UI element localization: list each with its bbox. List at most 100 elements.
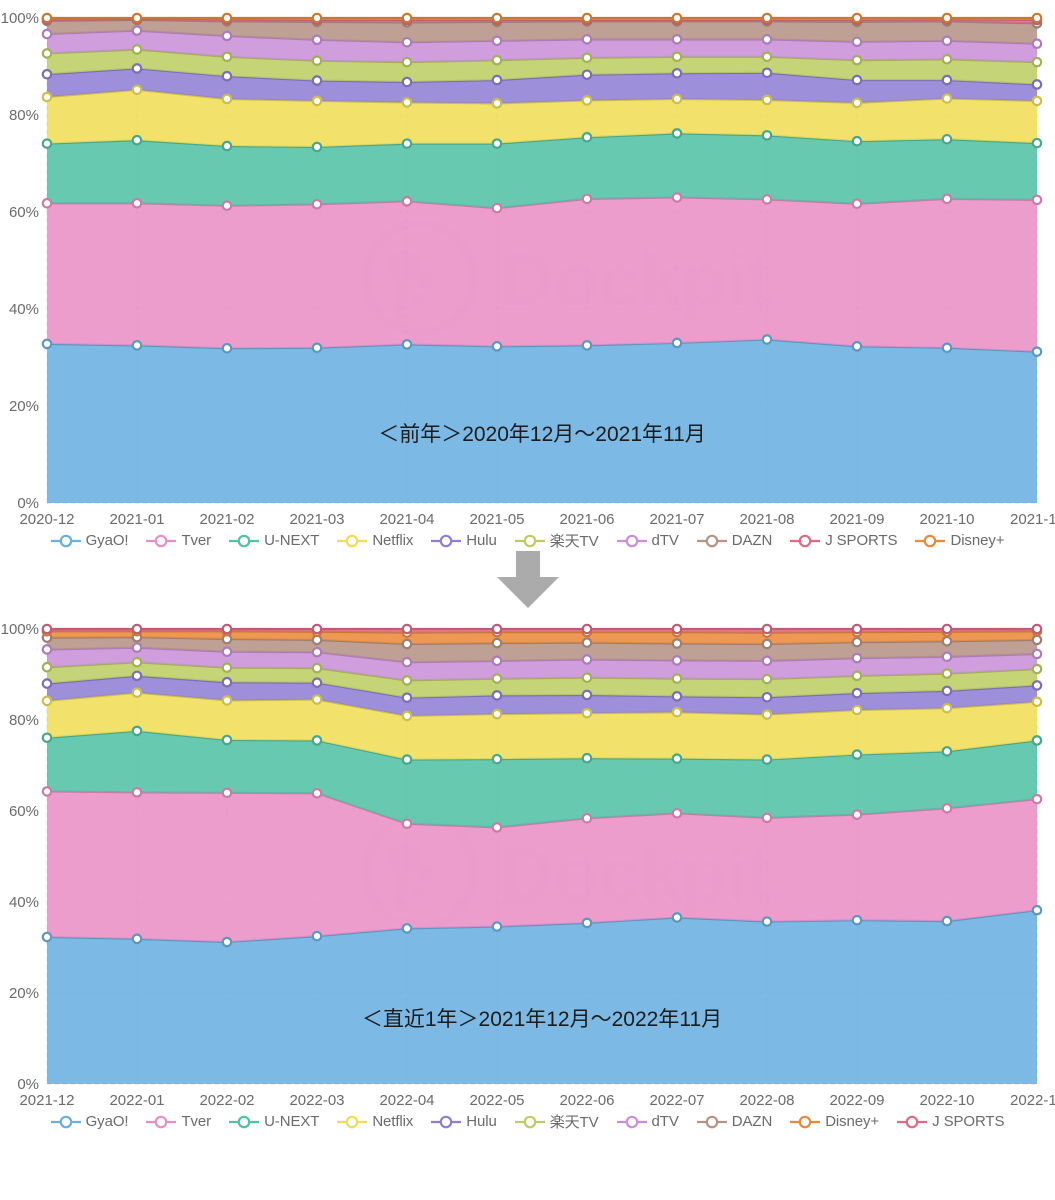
svg-text:20%: 20% [9,398,39,415]
top-chart-legend: GyaO! Tver U-NEXT Netflix Hulu 楽天TV dTV DAZN J S… [0,530,1055,551]
top-chart-block: Dockpit0%20%40%60%80%100%2020-122021-012… [0,0,1055,551]
legend-item-label: Netflix [372,1113,414,1130]
legend-marker-icon [790,1115,821,1128]
bottom-legend-item[interactable]: dTV [608,1113,688,1130]
top-legend-item[interactable]: J SPORTS [781,532,906,549]
legend-marker-icon [915,534,946,547]
legend-marker-icon [50,1115,81,1128]
chart-annotation: ＜前年＞2020年12月〜2021年11月 [378,423,706,446]
bottom-chart-block: Dockpit0%20%40%60%80%100%2021-122022-012… [0,611,1055,1132]
top-legend-item[interactable]: Disney+ [906,532,1013,549]
legend-marker-icon [696,534,727,547]
legend-item-label: dTV [651,1113,679,1130]
legend-item-label: GyaO! [85,1113,129,1130]
bottom-legend-item[interactable]: DAZN [688,1113,781,1130]
svg-text:100%: 100% [1,621,39,638]
legend-item-label: 楽天TV [549,533,599,550]
svg-text:100%: 100% [1,10,39,27]
svg-text:2022-03: 2022-03 [289,1092,344,1109]
bottom-chart-area: Dockpit0%20%40%60%80%100%2021-122022-012… [0,611,1055,1111]
legend-item-label: 楽天TV [549,1114,599,1131]
legend-item-label: DAZN [731,532,773,549]
bottom-legend-item[interactable]: 楽天TV [506,1111,608,1132]
legend-marker-icon [897,1115,928,1128]
svg-text:2021-09: 2021-09 [829,511,884,528]
top-legend-item[interactable]: DAZN [688,532,781,549]
chart-annotation: ＜直近1年＞2021年12月〜2022年11月 [362,1008,722,1031]
svg-text:2022-06: 2022-06 [559,1092,614,1109]
chart-page: Dockpit0%20%40%60%80%100%2020-122021-012… [0,0,1055,1200]
svg-text:2021-08: 2021-08 [739,511,794,528]
bottom-chart-legend: GyaO! Tver U-NEXT Netflix Hulu 楽天TV dTV DAZN Dis… [0,1111,1055,1132]
legend-marker-icon [229,534,260,547]
bottom-legend-item[interactable]: Hulu [422,1113,505,1130]
legend-item-label: Disney+ [825,1113,880,1130]
svg-text:2021-10: 2021-10 [919,511,974,528]
svg-text:2022-09: 2022-09 [829,1092,884,1109]
svg-text:2021-02: 2021-02 [199,511,254,528]
legend-marker-icon [431,1115,462,1128]
legend-item-label: Tver [181,532,212,549]
svg-text:80%: 80% [9,107,39,124]
legend-marker-icon [616,534,647,547]
svg-text:2021-12: 2021-12 [19,1092,74,1109]
legend-item-label: J SPORTS [932,1113,1005,1130]
down-arrow-icon [496,551,559,608]
svg-text:2021-05: 2021-05 [469,511,524,528]
top-legend-item[interactable]: dTV [608,532,688,549]
bottom-legend-item[interactable]: Disney+ [781,1113,888,1130]
top-stacked-area-chart: Dockpit0%20%40%60%80%100%2020-122021-012… [1,10,1055,528]
svg-text:2021-11: 2021-11 [1010,511,1055,528]
svg-text:2021-07: 2021-07 [649,511,704,528]
legend-item-label: Tver [181,1113,212,1130]
transition-arrow-container [0,551,1055,611]
legend-marker-icon [337,1115,368,1128]
bottom-legend-item[interactable]: GyaO! [42,1113,138,1130]
legend-item-label: DAZN [731,1113,773,1130]
bottom-legend-item[interactable]: J SPORTS [888,1113,1013,1130]
svg-text:2021-04: 2021-04 [379,511,434,528]
svg-text:2022-04: 2022-04 [379,1092,434,1109]
legend-item-label: J SPORTS [825,532,898,549]
svg-text:2020-12: 2020-12 [19,511,74,528]
legend-item-label: Netflix [372,532,414,549]
svg-text:40%: 40% [9,301,39,318]
top-legend-item[interactable]: U-NEXT [220,532,328,549]
svg-text:2021-06: 2021-06 [559,511,614,528]
legend-item-label: U-NEXT [264,532,320,549]
svg-text:2022-02: 2022-02 [199,1092,254,1109]
legend-marker-icon [229,1115,260,1128]
svg-text:20%: 20% [9,985,39,1002]
svg-text:2022-10: 2022-10 [919,1092,974,1109]
svg-text:0%: 0% [17,495,39,512]
legend-item-label: dTV [651,532,679,549]
top-legend-item[interactable]: GyaO! [42,532,138,549]
bottom-legend-item[interactable]: Netflix [328,1113,422,1130]
legend-marker-icon [616,1115,647,1128]
svg-text:60%: 60% [9,204,39,221]
legend-marker-icon [337,534,368,547]
bottom-stacked-area-chart: Dockpit0%20%40%60%80%100%2021-122022-012… [1,621,1055,1109]
svg-text:2022-01: 2022-01 [109,1092,164,1109]
svg-text:2021-03: 2021-03 [289,511,344,528]
legend-marker-icon [146,1115,177,1128]
top-legend-item[interactable]: Hulu [422,532,505,549]
legend-item-label: Hulu [466,532,497,549]
legend-item-label: Hulu [466,1113,497,1130]
svg-text:2022-08: 2022-08 [739,1092,794,1109]
legend-item-label: GyaO! [85,532,129,549]
legend-item-label: Disney+ [950,532,1005,549]
top-legend-item[interactable]: Tver [137,532,220,549]
legend-marker-icon [50,534,81,547]
bottom-legend-item[interactable]: Tver [137,1113,220,1130]
legend-marker-icon [514,534,545,547]
legend-marker-icon [431,534,462,547]
legend-item-label: U-NEXT [264,1113,320,1130]
top-legend-item[interactable]: 楽天TV [506,530,608,551]
legend-marker-icon [146,534,177,547]
bottom-legend-item[interactable]: U-NEXT [220,1113,328,1130]
svg-text:2022-11: 2022-11 [1010,1092,1055,1109]
svg-text:60%: 60% [9,803,39,820]
legend-marker-icon [790,534,821,547]
top-legend-item[interactable]: Netflix [328,532,422,549]
